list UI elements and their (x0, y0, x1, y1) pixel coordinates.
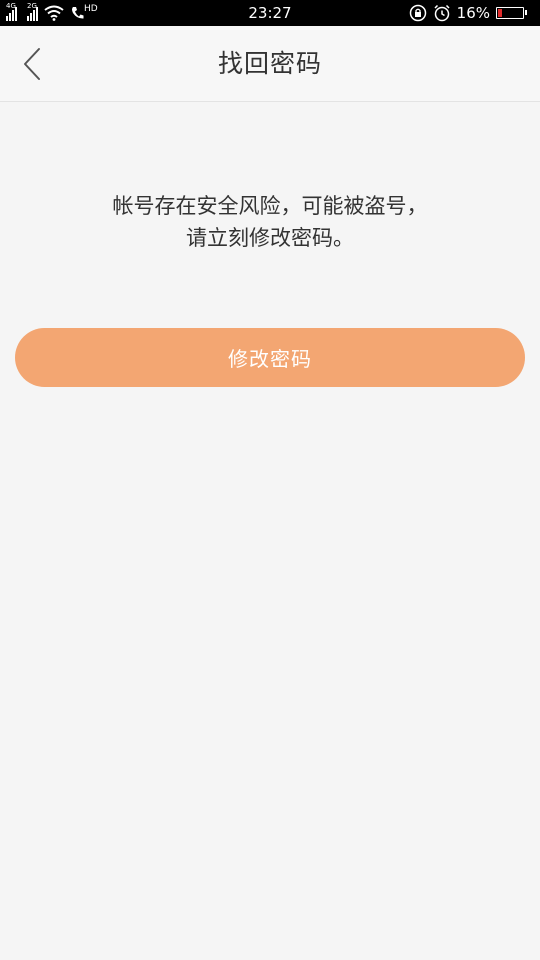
signal-label-1: 4G (6, 2, 16, 10)
battery-icon (496, 7, 527, 19)
signal-label-2: 2G (27, 2, 37, 10)
status-time: 23:27 (248, 4, 292, 22)
status-bar: 4G 2G HD 23:27 16% (0, 0, 540, 26)
change-password-button[interactable]: 修改密码 (15, 328, 525, 387)
status-left-group: 4G 2G HD (6, 0, 270, 26)
signal-icon: 4G (6, 2, 17, 21)
warning-line-1: 帐号存在安全风险，可能被盗号， (112, 194, 428, 218)
wifi-icon (44, 5, 64, 21)
nav-bar: 找回密码 (0, 26, 540, 102)
network-type-label: HD (84, 4, 98, 14)
alarm-icon (434, 4, 450, 22)
status-right-group: 16% (270, 0, 534, 26)
battery-percentage: 16% (456, 4, 490, 22)
page-title: 找回密码 (217, 49, 322, 78)
warning-line-2: 请立刻修改密码。 (186, 226, 354, 250)
security-warning-message: 帐号存在安全风险，可能被盗号， 请立刻修改密码。 (0, 190, 540, 254)
rotation-lock-icon (409, 4, 426, 22)
phone-hd-icon (72, 7, 84, 19)
battery-fill (498, 9, 502, 17)
signal-icon: 2G (27, 2, 38, 21)
